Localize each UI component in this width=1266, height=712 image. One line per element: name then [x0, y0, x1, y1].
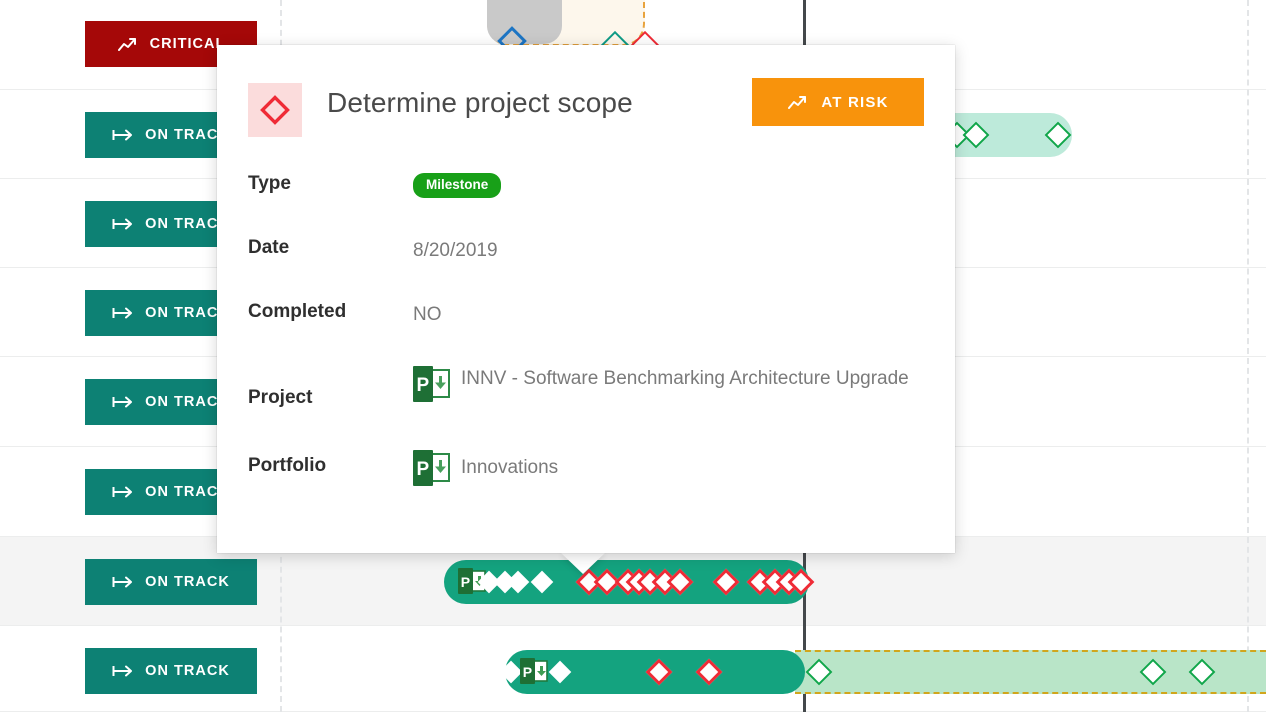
grid-line-dashed [1247, 0, 1249, 712]
status-badge-on-track[interactable]: ON TRACK [85, 559, 257, 605]
field-value: 8/20/2019 [413, 240, 498, 261]
arrow-right-icon [112, 573, 134, 591]
status-badge-on-track[interactable]: ON TRACK [85, 648, 257, 694]
svg-text:P: P [416, 375, 429, 396]
project-name: INNV - Software Benchmarking Architectur… [461, 368, 909, 389]
ms-project-icon: P [413, 366, 450, 402]
tooltip-pointer [560, 552, 606, 574]
tooltip-field-project: Project P INNV - Software Benchmarking A… [248, 365, 931, 449]
tooltip-field-completed: Completed NO [248, 301, 931, 365]
tooltip-status-label: AT RISK [821, 93, 889, 111]
type-pill: Milestone [413, 173, 502, 198]
arrow-right-icon [112, 483, 134, 501]
svg-text:P: P [461, 574, 470, 590]
trend-up-icon [787, 93, 809, 111]
tooltip-title: Determine project scope [327, 87, 633, 118]
trend-up-icon [117, 35, 139, 53]
tooltip-status-badge[interactable]: AT RISK [752, 78, 924, 126]
arrow-right-icon [112, 662, 134, 680]
field-value: NO [413, 304, 442, 325]
svg-text:P: P [416, 459, 429, 480]
status-badge-label: ON TRACK [145, 574, 230, 590]
arrow-right-icon [112, 393, 134, 411]
status-badge-label: CRITICAL [149, 36, 226, 52]
portfolio-name: Innovations [461, 457, 559, 478]
field-value: Milestone [413, 173, 931, 198]
field-label: Portfolio [248, 455, 327, 476]
tooltip-detail-list: Type Milestone Date 8/20/2019 Completed … [248, 173, 931, 513]
tooltip-field-type: Type Milestone [248, 173, 931, 237]
gantt-timeline-screen: P P CRITICAL ON TRACK ON TRACK ON TRACK … [0, 0, 1266, 712]
tooltip-field-portfolio: Portfolio P Innovations [248, 449, 931, 513]
tooltip-field-date: Date 8/20/2019 [248, 237, 931, 301]
ms-project-icon: P [413, 450, 450, 486]
field-value: P Innovations [413, 449, 931, 486]
tooltip-header: Determine project scope AT RISK [217, 45, 955, 165]
field-value: P INNV - Software Benchmarking Architect… [413, 365, 931, 402]
svg-text:P: P [523, 664, 532, 680]
arrow-right-icon [112, 215, 134, 233]
field-label: Type [248, 173, 291, 194]
status-badge-label: ON TRACK [145, 663, 230, 679]
arrow-right-icon [112, 304, 134, 322]
milestone-tooltip-card: Determine project scope AT RISK Type Mil… [217, 45, 955, 553]
milestone-diamond-icon [248, 83, 302, 137]
arrow-right-icon [112, 126, 134, 144]
field-label: Date [248, 237, 290, 258]
field-label: Completed [248, 301, 347, 322]
ms-project-icon: P [520, 658, 548, 684]
field-label: Project [248, 387, 313, 408]
gantt-bar-actual[interactable] [487, 0, 562, 44]
